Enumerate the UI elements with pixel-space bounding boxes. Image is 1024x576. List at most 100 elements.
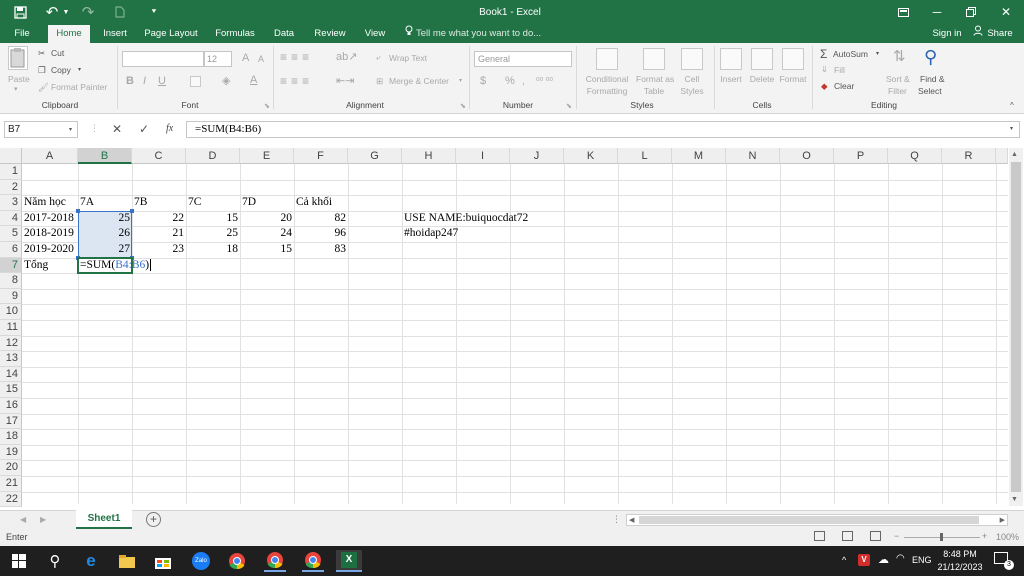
format-painter-button[interactable]: Format Painter bbox=[51, 82, 107, 92]
format-cells-button[interactable]: Format bbox=[778, 74, 808, 84]
row-header[interactable]: 17 bbox=[0, 413, 22, 430]
column-header[interactable]: J bbox=[510, 148, 564, 164]
column-header[interactable]: I bbox=[456, 148, 510, 164]
row-header[interactable]: 5 bbox=[0, 226, 22, 242]
copy-dropdown-icon[interactable]: ▾ bbox=[78, 66, 81, 73]
page-break-view-icon[interactable] bbox=[870, 531, 881, 541]
hscroll-thumb[interactable] bbox=[639, 516, 979, 524]
cancel-entry-icon[interactable]: ✕ bbox=[112, 122, 122, 136]
horizontal-scrollbar[interactable]: ◀ ▶ bbox=[626, 514, 1008, 526]
tab-home[interactable]: Home bbox=[48, 25, 90, 43]
zoom-level[interactable]: 100% bbox=[996, 532, 1019, 542]
column-header[interactable]: F bbox=[294, 148, 348, 164]
chrome-icon[interactable] bbox=[226, 550, 248, 572]
row-header[interactable]: 11 bbox=[0, 320, 22, 336]
alignment-launcher-icon[interactable]: ⬊ bbox=[460, 102, 466, 110]
row-header[interactable]: 1 bbox=[0, 164, 22, 180]
cell-C4[interactable]: 22 bbox=[132, 211, 186, 227]
row-header[interactable]: 20 bbox=[0, 460, 22, 476]
grow-font-button[interactable]: A bbox=[242, 52, 249, 64]
row-header[interactable]: 16 bbox=[0, 398, 22, 414]
language-indicator[interactable]: ENG bbox=[912, 555, 932, 565]
next-sheet-icon[interactable]: ▶ bbox=[40, 515, 46, 524]
row-header[interactable]: 13 bbox=[0, 351, 22, 367]
tab-data[interactable]: Data bbox=[268, 24, 300, 43]
indent-icons[interactable]: ⇤⇥ bbox=[336, 74, 354, 87]
fill-color-icon[interactable]: ◈ bbox=[222, 74, 230, 87]
redo-icon[interactable]: ↷ bbox=[80, 0, 96, 24]
shrink-font-button[interactable]: A bbox=[258, 54, 264, 64]
insert-cells-button[interactable]: Insert bbox=[718, 74, 744, 84]
borders-icon[interactable] bbox=[190, 76, 201, 87]
row-header[interactable]: 22 bbox=[0, 491, 22, 508]
cell-H5[interactable]: #hoidap247 bbox=[402, 226, 502, 242]
cell-F5[interactable]: 96 bbox=[294, 226, 348, 242]
horizontal-align-icons[interactable]: ≡≡≡ bbox=[280, 74, 313, 88]
close-icon[interactable]: ✕ bbox=[998, 0, 1014, 24]
scroll-thumb[interactable] bbox=[1011, 162, 1021, 492]
excel-icon[interactable]: X bbox=[336, 550, 362, 572]
cell-D4[interactable]: 15 bbox=[186, 211, 240, 227]
cell-B6[interactable]: 27 bbox=[78, 242, 132, 258]
column-header[interactable]: L bbox=[618, 148, 672, 164]
row-header[interactable]: 21 bbox=[0, 476, 22, 492]
merge-dropdown-icon[interactable]: ▾ bbox=[459, 77, 462, 84]
fill-button[interactable]: Fill bbox=[834, 65, 845, 75]
cell-H4[interactable]: USE NAME:buiquocdat72 bbox=[402, 211, 562, 227]
name-box[interactable]: B7 bbox=[4, 121, 78, 138]
font-size-input[interactable]: 12 bbox=[204, 51, 232, 67]
row-header[interactable]: 6 bbox=[0, 242, 22, 258]
column-header[interactable]: K bbox=[564, 148, 618, 164]
column-header[interactable]: C bbox=[132, 148, 186, 164]
cell-styles-label-2[interactable]: Styles bbox=[676, 86, 708, 96]
column-header[interactable]: R bbox=[942, 148, 996, 164]
merge-center-button[interactable]: Merge & Center bbox=[389, 76, 449, 86]
sign-in-link[interactable]: Sign in bbox=[928, 24, 966, 43]
currency-button[interactable]: $ bbox=[480, 75, 486, 87]
find-select-label-2[interactable]: Select bbox=[918, 86, 942, 96]
row-header[interactable]: 18 bbox=[0, 429, 22, 445]
row-header[interactable]: 3 bbox=[0, 195, 22, 211]
number-launcher-icon[interactable]: ⬊ bbox=[566, 102, 572, 110]
italic-button[interactable]: I bbox=[143, 75, 146, 87]
column-header[interactable]: G bbox=[348, 148, 402, 164]
confirm-entry-icon[interactable]: ✓ bbox=[139, 122, 149, 136]
scroll-left-icon[interactable]: ◀ bbox=[629, 516, 634, 524]
cell-E4[interactable]: 20 bbox=[240, 211, 294, 227]
search-icon[interactable]: ⚲ bbox=[44, 550, 66, 572]
cell-D6[interactable]: 18 bbox=[186, 242, 240, 258]
comma-button[interactable]: , bbox=[522, 76, 525, 87]
sort-filter-label-2[interactable]: Filter bbox=[888, 86, 907, 96]
cell-F4[interactable]: 82 bbox=[294, 211, 348, 227]
column-header[interactable]: A bbox=[22, 148, 78, 164]
cell-E3[interactable]: 7D bbox=[240, 195, 294, 211]
format-as-table-label-2[interactable]: Table bbox=[636, 86, 672, 96]
wifi-icon[interactable]: ◠ bbox=[896, 553, 905, 564]
font-name-input[interactable] bbox=[122, 51, 204, 67]
restore-icon[interactable] bbox=[964, 0, 978, 24]
decimal-buttons[interactable]: ⁰⁰ ⁰⁰ bbox=[536, 76, 553, 87]
row-header[interactable]: 15 bbox=[0, 382, 22, 398]
cloud-icon[interactable]: ☁ bbox=[878, 553, 889, 566]
conditional-formatting-label-1[interactable]: Conditional bbox=[584, 74, 630, 84]
insert-function-icon[interactable]: fx bbox=[166, 123, 173, 134]
store-icon[interactable] bbox=[152, 550, 174, 572]
scroll-up-icon[interactable]: ▲ bbox=[1011, 151, 1018, 158]
collapse-ribbon-icon[interactable]: ^ bbox=[1010, 101, 1014, 110]
column-header[interactable]: B bbox=[78, 148, 132, 164]
clear-button[interactable]: Clear bbox=[834, 81, 854, 91]
cell-E6[interactable]: 15 bbox=[240, 242, 294, 258]
vertical-scrollbar[interactable]: ▲ ▼ bbox=[1009, 148, 1023, 506]
add-sheet-icon[interactable]: + bbox=[146, 512, 161, 527]
row-header[interactable]: 12 bbox=[0, 335, 22, 352]
paste-dropdown-icon[interactable]: ▾ bbox=[14, 85, 18, 93]
tab-insert[interactable]: Insert bbox=[98, 24, 132, 43]
format-as-table-label-1[interactable]: Format as bbox=[636, 74, 674, 84]
tab-page-layout[interactable]: Page Layout bbox=[142, 24, 200, 43]
paste-button[interactable]: Paste bbox=[8, 74, 30, 84]
row-header[interactable]: 8 bbox=[0, 273, 22, 289]
file-explorer-icon[interactable] bbox=[116, 550, 138, 572]
zoom-in-icon[interactable]: + bbox=[982, 531, 987, 541]
cell-F6[interactable]: 83 bbox=[294, 242, 348, 258]
formula-input[interactable]: =SUM(B4:B6) bbox=[186, 121, 1020, 138]
